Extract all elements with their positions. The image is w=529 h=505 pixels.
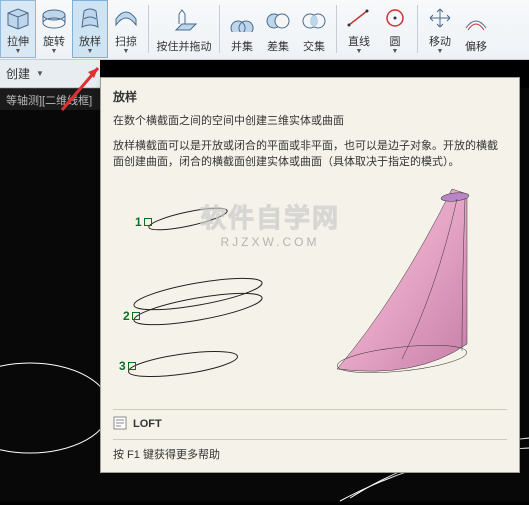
dropdown-icon: ▼ [123, 49, 130, 55]
ribbon-panel-label: 创建 ▼ [0, 60, 100, 88]
move-button[interactable]: 移动 ▼ [422, 0, 458, 58]
profile-tag-3: 3 [119, 359, 126, 373]
dropdown-icon: ▼ [51, 49, 58, 55]
tooltip-desc1: 在数个横截面之间的空间中创建三维实体或曲面 [113, 113, 507, 130]
move-icon [425, 4, 455, 31]
command-name: LOFT [133, 418, 162, 430]
tooltip-title: 放样 [113, 88, 507, 105]
command-icon [113, 416, 127, 433]
offset-button[interactable]: 偏移 [458, 0, 494, 58]
separator [417, 5, 418, 53]
circle-icon [380, 4, 410, 31]
subtract-icon [263, 6, 293, 36]
sweep-label: 扫掠 [115, 33, 137, 49]
presspull-button[interactable]: 按住并拖动 [153, 0, 215, 58]
line-button[interactable]: 直线 ▼ [341, 0, 377, 58]
sweep-button[interactable]: 扫掠 ▼ [108, 0, 144, 58]
intersect-button[interactable]: 交集 [296, 0, 332, 58]
loft-button[interactable]: 放样 ▼ [72, 0, 108, 58]
intersect-icon [299, 6, 329, 36]
ribbon-toolbar: 拉伸 ▼ 旋转 ▼ 放样 ▼ 扫掠 ▼ 按住并拖动 并集 [0, 0, 529, 60]
dropdown-icon: ▼ [87, 49, 94, 55]
tooltip-divider [113, 439, 507, 440]
loft-icon [75, 4, 105, 31]
loft-label: 放样 [79, 33, 101, 49]
dropdown-icon: ▼ [437, 49, 444, 55]
intersect-label: 交集 [303, 38, 325, 54]
extrude-icon [3, 4, 33, 31]
line-icon [344, 4, 374, 31]
union-label: 并集 [231, 38, 253, 54]
tooltip-help: 按 F1 键获得更多帮助 [113, 446, 507, 462]
dropdown-icon: ▼ [36, 69, 44, 78]
tooltip-illustration: 1 2 3 [113, 179, 507, 399]
presspull-label: 按住并拖动 [157, 38, 212, 54]
union-icon [227, 6, 257, 36]
viewport-label-bar[interactable]: 等轴测][二维线框] [0, 88, 107, 110]
separator [336, 5, 337, 53]
dropdown-icon: ▼ [15, 49, 22, 55]
circle-button[interactable]: 圆 ▼ [377, 0, 413, 58]
extrude-button[interactable]: 拉伸 ▼ [0, 0, 36, 58]
revolve-icon [39, 4, 69, 31]
circle-label: 圆 [390, 33, 401, 49]
viewport-label[interactable]: 等轴测][二维线框] [6, 92, 101, 108]
dropdown-icon: ▼ [356, 49, 363, 55]
extrude-label: 拉伸 [7, 33, 29, 49]
offset-icon [461, 6, 491, 36]
line-label: 直线 [348, 33, 370, 49]
revolve-button[interactable]: 旋转 ▼ [36, 0, 72, 58]
tooltip-divider [113, 409, 507, 410]
dropdown-icon: ▼ [392, 49, 399, 55]
profile-tag-1: 1 [135, 215, 142, 229]
presspull-icon [169, 6, 199, 36]
create-panel-label: 创建 [6, 65, 30, 82]
union-button[interactable]: 并集 [224, 0, 260, 58]
tooltip-desc2: 放样横截面可以是开放或闭合的平面或非平面，也可以是边子对象。开放的横截面创建曲面… [113, 138, 507, 171]
move-label: 移动 [429, 33, 451, 49]
revolve-label: 旋转 [43, 33, 65, 49]
tooltip-command-row: LOFT [113, 416, 507, 433]
separator [219, 5, 220, 53]
sweep-icon [111, 4, 141, 31]
offset-label: 偏移 [465, 38, 487, 54]
subtract-button[interactable]: 差集 [260, 0, 296, 58]
separator [148, 5, 149, 53]
loft-tooltip: 放样 在数个横截面之间的空间中创建三维实体或曲面 放样横截面可以是开放或闭合的平… [100, 77, 520, 473]
subtract-label: 差集 [267, 38, 289, 54]
profile-tag-2: 2 [123, 309, 130, 323]
